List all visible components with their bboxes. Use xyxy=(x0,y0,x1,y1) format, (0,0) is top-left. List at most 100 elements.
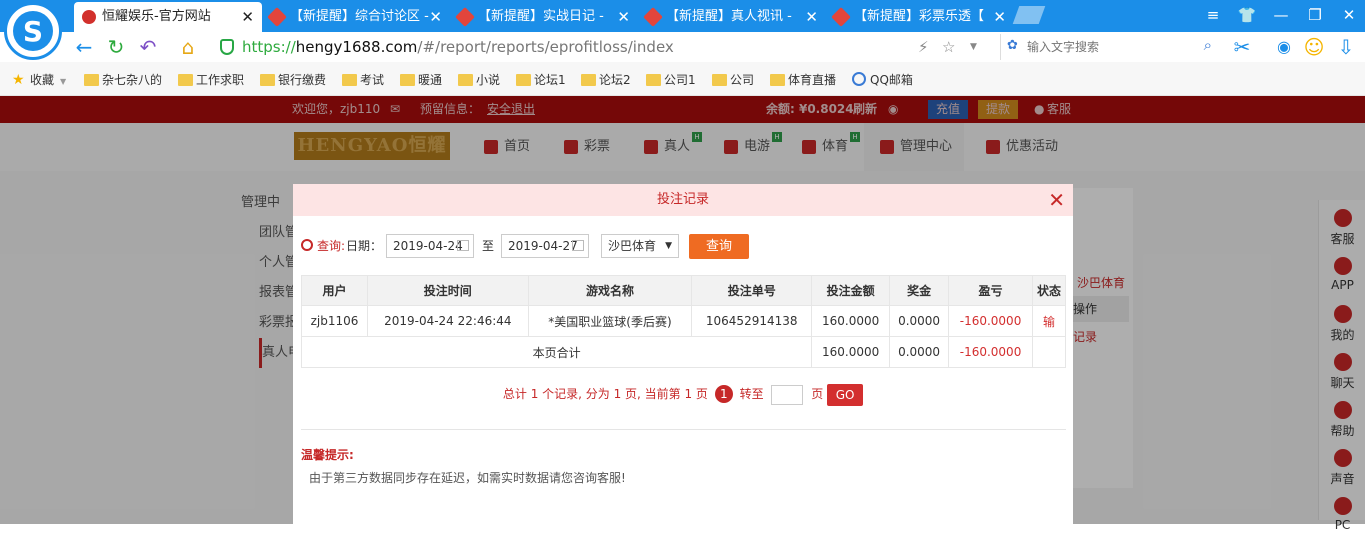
subtotal-label: 本页合计 xyxy=(300,336,813,368)
lightning-icon[interactable]: ⚡ xyxy=(918,34,929,60)
bookmark-folder[interactable]: 银行缴费 xyxy=(260,71,326,89)
skin-icon[interactable]: 👕 xyxy=(1232,0,1262,30)
column-header: 奖金 xyxy=(889,275,950,306)
browser-logo: S xyxy=(4,2,62,60)
menu-icon[interactable]: ≡ xyxy=(1198,0,1228,30)
cell-profit: -160.0000 xyxy=(948,305,1033,337)
column-header: 用户 xyxy=(301,275,368,306)
folder-icon xyxy=(84,74,99,86)
folder-icon xyxy=(458,74,473,86)
to-label: 至 xyxy=(482,239,495,253)
dropdown-icon[interactable]: ▼ xyxy=(970,34,977,60)
game-select[interactable]: 沙巴体育 ▼ xyxy=(601,234,679,258)
search-icon[interactable]: ⌕ xyxy=(1204,36,1212,54)
secure-shield-icon xyxy=(220,39,234,55)
bookmark-folder[interactable]: 杂七杂八的 xyxy=(84,71,162,89)
column-header: 状态 xyxy=(1032,275,1066,306)
table-header-row: 用户 投注时间 游戏名称 投注单号 投注金额 奖金 盈亏 状态 xyxy=(301,275,1066,306)
reload-icon[interactable]: ↻ xyxy=(104,35,128,59)
subtotal-profit: -160.0000 xyxy=(948,336,1033,368)
bet-record-modal: 投注记录 ✕ 查询: 日期： 2019-04-24 至 2019-04-27 沙… xyxy=(293,184,1073,524)
new-tab-button[interactable] xyxy=(1012,6,1046,24)
window-close-icon[interactable]: ✕ xyxy=(1334,0,1364,30)
qq-mail-icon xyxy=(852,72,866,86)
star-icon[interactable]: ☆ xyxy=(942,34,955,60)
maximize-icon[interactable]: ❐ xyxy=(1300,0,1330,30)
bookmark-folder[interactable]: 体育直播 xyxy=(770,71,836,89)
bookmark-folder[interactable]: 小说 xyxy=(458,71,500,89)
cell-user: zjb1106 xyxy=(301,305,368,337)
back-icon[interactable]: ← xyxy=(72,35,96,59)
folder-icon xyxy=(646,74,661,86)
search-box[interactable]: ✿ ⌕ xyxy=(1000,34,1216,60)
translate-icon[interactable]: ◉ xyxy=(1272,35,1296,59)
date-label: 日期： xyxy=(346,239,383,253)
bookmark-folder[interactable]: 公司 xyxy=(712,71,754,89)
screenshot-scissors-icon[interactable]: ✂ xyxy=(1230,35,1254,59)
tab-forum-lottery[interactable]: 【新提醒】彩票乐透【 ✕ xyxy=(826,2,1014,32)
undo-icon[interactable]: ↶ xyxy=(136,35,160,59)
column-header: 游戏名称 xyxy=(527,275,693,306)
table-row: zjb1106 2019-04-24 22:46:44 *美国职业篮球(季后赛)… xyxy=(301,305,1066,337)
tab-forum-diary[interactable]: 【新提醒】实战日记 - ✕ xyxy=(450,2,638,32)
bookmark-folder[interactable]: 工作求职 xyxy=(178,71,244,89)
page-input[interactable] xyxy=(771,384,804,405)
tab-hengyao[interactable]: 恒耀娱乐-官方网站 ✕ xyxy=(74,2,262,32)
calendar-icon xyxy=(572,240,584,251)
cell-order: 106452914138 xyxy=(691,305,813,337)
bookmark-folder[interactable]: 暖通 xyxy=(400,71,442,89)
go-button[interactable]: GO xyxy=(827,383,864,406)
bet-record-table: 用户 投注时间 游戏名称 投注单号 投注金额 奖金 盈亏 状态 zjb1106 … xyxy=(300,275,1066,368)
cell-amount: 160.0000 xyxy=(811,305,891,337)
tab-title: 【新提醒】实战日记 - xyxy=(478,9,604,24)
page-unit-label: 页 xyxy=(811,387,824,401)
subtotal-amount: 160.0000 xyxy=(811,336,891,368)
folder-icon xyxy=(400,74,415,86)
folder-icon xyxy=(178,74,193,86)
current-page[interactable]: 1 xyxy=(714,385,733,403)
tab-close-icon[interactable]: ✕ xyxy=(429,2,442,32)
tip-title: 温馨提示: xyxy=(301,448,354,462)
search-input[interactable] xyxy=(1027,37,1187,57)
cell-time: 2019-04-24 22:46:44 xyxy=(366,305,529,337)
tab-close-icon[interactable]: ✕ xyxy=(617,2,630,32)
minimize-icon[interactable]: — xyxy=(1266,0,1296,30)
date-to-input[interactable]: 2019-04-27 xyxy=(501,234,589,258)
emoji-icon[interactable]: ☺ xyxy=(1302,35,1326,59)
tip-body: 由于第三方数据同步存在延迟，如需实时数据请您咨询客服! xyxy=(309,471,626,485)
bookmark-folder[interactable]: 考试 xyxy=(342,71,384,89)
query-button[interactable]: 查询 xyxy=(689,234,749,259)
chevron-down-icon: ▼ xyxy=(665,241,672,251)
query-label: 查询: xyxy=(317,239,346,253)
tab-close-icon[interactable]: ✕ xyxy=(993,2,1006,32)
bookmark-qq-mail[interactable]: QQ邮箱 xyxy=(852,71,913,89)
tab-forum-general[interactable]: 【新提醒】综合讨论区 - ✕ xyxy=(262,2,450,32)
bookmark-folder[interactable]: 论坛2 xyxy=(581,71,631,89)
bookmark-folder[interactable]: 公司1 xyxy=(646,71,696,89)
close-icon[interactable]: ✕ xyxy=(1048,184,1065,216)
browser-tab-bar: 恒耀娱乐-官方网站 ✕ 【新提醒】综合讨论区 - ✕ 【新提醒】实战日记 - ✕… xyxy=(0,0,1365,32)
bookmark-folder[interactable]: 论坛1 xyxy=(516,71,566,89)
tab-title: 恒耀娱乐-官方网站 xyxy=(102,9,211,24)
tab-title: 【新提醒】综合讨论区 - xyxy=(290,9,429,24)
cell-game: *美国职业篮球(季后赛) xyxy=(527,305,693,337)
baidu-paw-icon: ✿ xyxy=(1007,38,1018,53)
bookmark-favorites[interactable]: ★ 收藏 ▼ xyxy=(12,71,66,89)
download-icon[interactable]: ⇩ xyxy=(1334,35,1358,59)
column-header: 投注时间 xyxy=(366,275,529,306)
home-icon[interactable]: ⌂ xyxy=(176,35,200,59)
address-bar[interactable]: https://hengy1688.com/#/report/reports/e… xyxy=(214,34,994,60)
goto-label: 转至 xyxy=(739,387,764,401)
query-row: 查询: 日期： 2019-04-24 至 2019-04-27 沙巴体育 ▼ 查询 xyxy=(301,233,1061,259)
tab-close-icon[interactable]: ✕ xyxy=(805,2,818,32)
modal-header: 投注记录 ✕ xyxy=(293,184,1073,216)
date-from-input[interactable]: 2019-04-24 xyxy=(386,234,474,258)
tab-title: 【新提醒】彩票乐透【 xyxy=(854,9,985,24)
tab-forum-live[interactable]: 【新提醒】真人视讯 - ✕ xyxy=(638,2,826,32)
browser-toolbar: ← ↻ ↶ ⌂ https://hengy1688.com/#/report/r… xyxy=(0,32,1365,62)
cell-status: 输 xyxy=(1032,305,1066,337)
tab-close-icon[interactable]: ✕ xyxy=(241,2,254,32)
column-header: 投注金额 xyxy=(811,275,891,306)
calendar-icon xyxy=(457,240,469,251)
modal-title: 投注记录 xyxy=(656,192,709,207)
